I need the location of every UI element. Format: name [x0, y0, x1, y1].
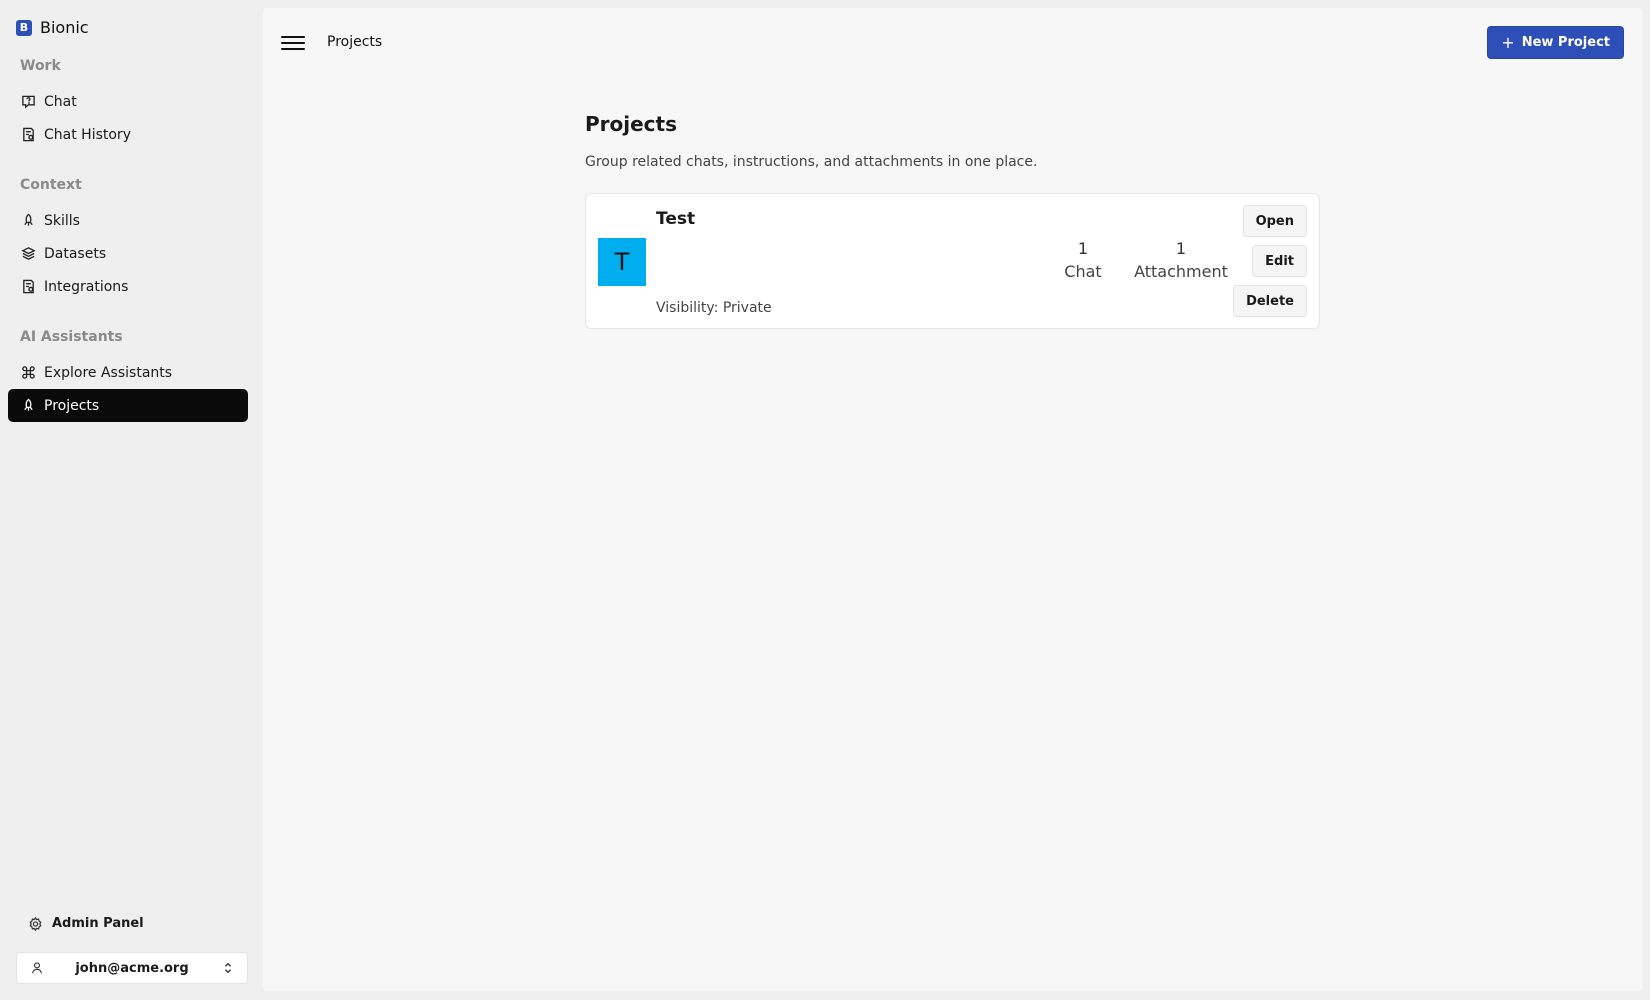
sidebar-item-explore-assistants[interactable]: Explore Assistants: [8, 356, 248, 389]
attachment-count-label: Attachment: [1134, 262, 1228, 281]
sidebar-item-label: Datasets: [44, 245, 107, 262]
history-icon: [21, 127, 36, 142]
integrations-icon: [21, 279, 36, 294]
attachment-count: 1: [1175, 239, 1187, 258]
hamburger-menu-icon[interactable]: [281, 32, 305, 56]
sidebar-item-label: Chat: [44, 93, 77, 110]
project-card: T Test Visibility: Private 1 Chat 1 Atta…: [585, 193, 1320, 329]
open-button[interactable]: Open: [1242, 205, 1307, 237]
gear-icon: [28, 916, 43, 931]
section-title-work: Work: [20, 58, 61, 74]
chat-count: 1: [1077, 239, 1089, 258]
chat-count-stat: 1 Chat: [1058, 239, 1108, 281]
new-project-button[interactable]: + New Project: [1487, 26, 1624, 59]
sidebar-item-projects[interactable]: Projects: [8, 389, 248, 422]
chat-icon: [21, 94, 36, 109]
chat-count-label: Chat: [1064, 262, 1102, 281]
user-email: john@acme.org: [75, 960, 189, 976]
main-content: Projects + New Project Projects Group re…: [263, 8, 1642, 991]
section-title-context: Context: [20, 177, 82, 193]
attachment-count-stat: 1 Attachment: [1126, 239, 1236, 281]
sidebar-item-chat[interactable]: Chat: [8, 85, 248, 118]
sidebar-item-skills[interactable]: Skills: [8, 204, 248, 237]
page-description: Group related chats, instructions, and a…: [585, 154, 1038, 170]
rocket-icon: [21, 398, 36, 413]
project-visibility: Visibility: Private: [656, 300, 772, 316]
sidebar-item-label: Explore Assistants: [44, 364, 173, 381]
sidebar-item-label: Projects: [44, 397, 100, 414]
user-switcher[interactable]: john@acme.org: [16, 952, 248, 984]
brand-logo: B: [16, 19, 32, 36]
project-avatar: T: [598, 238, 646, 286]
sidebar-item-label: Skills: [44, 212, 80, 229]
delete-button[interactable]: Delete: [1233, 285, 1307, 317]
edit-button[interactable]: Edit: [1252, 245, 1307, 277]
brand-name: Bionic: [40, 18, 89, 37]
admin-panel-label: Admin Panel: [52, 916, 144, 931]
section-title-ai-assistants: AI Assistants: [20, 329, 123, 345]
new-project-label: New Project: [1521, 35, 1610, 50]
command-icon: [21, 365, 36, 380]
user-icon: [29, 961, 44, 976]
brand[interactable]: B Bionic: [16, 18, 89, 37]
sidebar-item-label: Integrations: [44, 278, 129, 295]
sidebar-item-chat-history[interactable]: Chat History: [8, 118, 248, 151]
sidebar: B Bionic Work Chat Chat History Context …: [0, 0, 263, 1000]
plus-icon: +: [1501, 33, 1515, 52]
sidebar-item-label: Chat History: [44, 126, 131, 143]
admin-panel-link[interactable]: Admin Panel: [28, 916, 144, 931]
project-name: Test: [656, 209, 696, 229]
app: B Bionic Work Chat Chat History Context …: [0, 0, 1650, 1000]
layers-icon: [21, 246, 36, 261]
rocket-icon: [21, 213, 36, 228]
chevron-up-down-icon: [220, 961, 235, 976]
page-title: Projects: [585, 112, 678, 136]
sidebar-item-datasets[interactable]: Datasets: [8, 237, 248, 270]
sidebar-item-integrations[interactable]: Integrations: [8, 270, 248, 303]
topbar-title: Projects: [327, 34, 383, 50]
